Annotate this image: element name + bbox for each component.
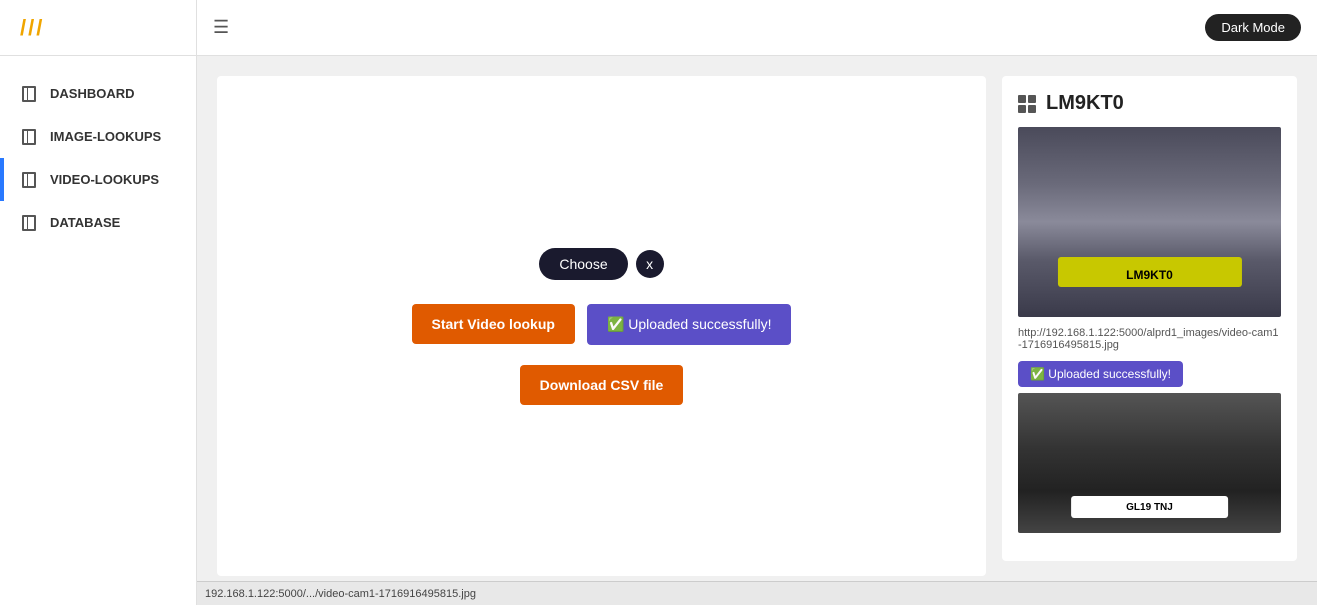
plate-header: LM9KT0 xyxy=(1018,92,1281,115)
topbar: ☰ Dark Mode xyxy=(197,0,1317,56)
sidebar-nav: DASHBOARD IMAGE-LOOKUPS VIDEO-LOOKUPS DA… xyxy=(0,56,196,244)
action-row: Start Video lookup ✅ Uploaded successful… xyxy=(412,304,792,345)
sidebar-item-dashboard[interactable]: DASHBOARD xyxy=(0,72,196,115)
sidebar-item-label-database: DATABASE xyxy=(50,215,120,230)
car-image-2 xyxy=(1018,393,1281,533)
app-logo: /// xyxy=(20,15,44,41)
upload-panel: Choose x Start Video lookup ✅ Uploaded s… xyxy=(217,76,986,576)
clear-button[interactable]: x xyxy=(636,250,664,278)
sidebar-item-image-lookups[interactable]: IMAGE-LOOKUPS xyxy=(0,115,196,158)
grid-icon xyxy=(1018,95,1036,113)
choose-button[interactable]: Choose xyxy=(539,248,627,280)
main-area: ☰ Dark Mode Choose x Start Video lookup … xyxy=(197,0,1317,605)
sidebar-item-label-image-lookups: IMAGE-LOOKUPS xyxy=(50,129,161,144)
download-csv-button[interactable]: Download CSV file xyxy=(520,365,684,405)
book-icon-3 xyxy=(20,173,38,187)
content-area: Choose x Start Video lookup ✅ Uploaded s… xyxy=(197,56,1317,581)
sidebar-item-label-video-lookups: VIDEO-LOOKUPS xyxy=(50,172,159,187)
statusbar-text: 192.168.1.122:5000/.../video-cam1-171691… xyxy=(205,588,476,600)
book-icon-2 xyxy=(20,130,38,144)
plate-number: LM9KT0 xyxy=(1046,92,1124,115)
logo-area: /// xyxy=(0,0,196,56)
start-video-lookup-button[interactable]: Start Video lookup xyxy=(412,304,575,344)
statusbar: 192.168.1.122:5000/.../video-cam1-171691… xyxy=(197,581,1317,605)
image-url: http://192.168.1.122:5000/alprd1_images/… xyxy=(1018,327,1281,351)
book-icon-4 xyxy=(20,216,38,230)
car-image-1 xyxy=(1018,127,1281,317)
sidebar-item-database[interactable]: DATABASE xyxy=(0,201,196,244)
hamburger-icon[interactable]: ☰ xyxy=(213,17,229,38)
sidebar-item-label-dashboard: DASHBOARD xyxy=(50,86,135,101)
sidebar: /// DASHBOARD IMAGE-LOOKUPS VIDEO-LOOKUP… xyxy=(0,0,197,605)
dark-mode-button[interactable]: Dark Mode xyxy=(1205,14,1301,41)
file-choose-area: Choose x xyxy=(539,248,663,280)
book-icon xyxy=(20,87,38,101)
second-upload-badge: ✅ Uploaded successfully! xyxy=(1018,361,1183,387)
car-image-1-container xyxy=(1018,127,1281,317)
sidebar-item-video-lookups[interactable]: VIDEO-LOOKUPS xyxy=(0,158,196,201)
upload-success-badge: ✅ Uploaded successfully! xyxy=(587,304,792,345)
car-image-2-container: ✅ Uploaded successfully! xyxy=(1018,361,1281,533)
results-panel: LM9KT0 http://192.168.1.122:5000/alprd1_… xyxy=(1002,76,1297,561)
